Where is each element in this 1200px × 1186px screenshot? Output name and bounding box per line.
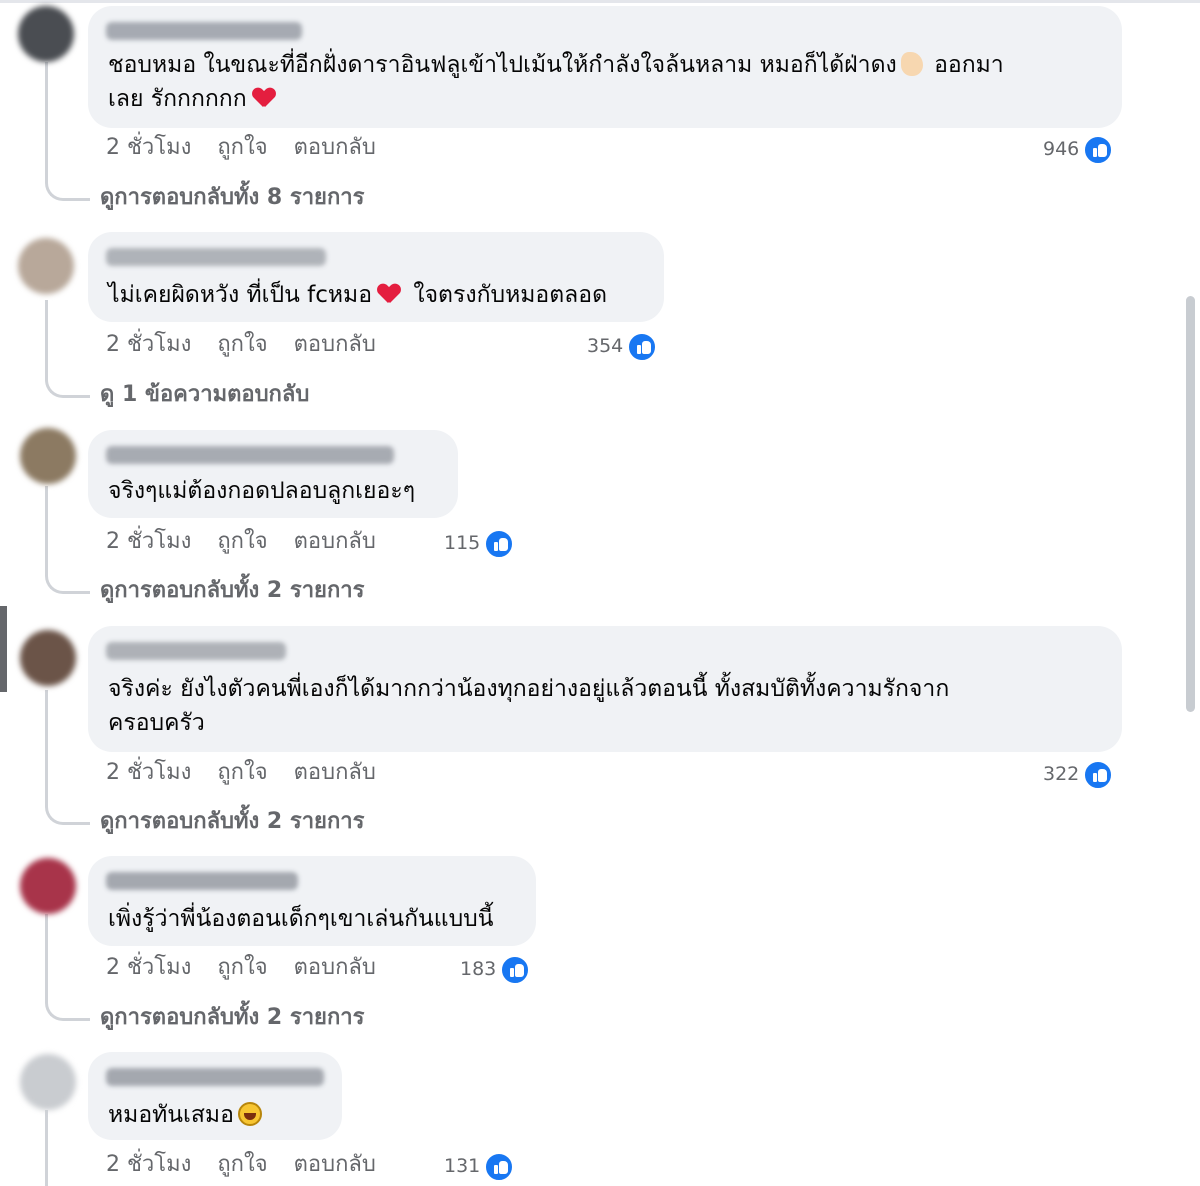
like-reaction-icon bbox=[500, 954, 531, 985]
author-name-blurred[interactable] bbox=[106, 642, 286, 660]
reaction-number: 322 bbox=[1043, 763, 1080, 785]
hand-emoji-icon bbox=[900, 52, 923, 76]
view-replies-link[interactable]: ดูการตอบกลับทั้ง 2 รายการ bbox=[100, 808, 364, 836]
comment-actions: 2 ชั่วโมง ถูกใจ ตอบกลับ bbox=[106, 331, 402, 359]
view-replies-link[interactable]: ดู 1 ข้อความตอบกลับ bbox=[100, 381, 309, 409]
author-name-blurred[interactable] bbox=[106, 1068, 324, 1086]
comment-text: หมอทันเสมอ bbox=[108, 1098, 266, 1132]
author-name-blurred[interactable] bbox=[106, 248, 326, 266]
reply-link[interactable]: ตอบกลับ bbox=[294, 332, 376, 357]
comment-bubble: เพิ่งรู้ว่าพี่น้องตอนเด็กๆเขาเล่นกันแบบน… bbox=[88, 856, 536, 946]
timestamp[interactable]: 2 ชั่วโมง bbox=[106, 760, 191, 785]
comment-bubble: จริงค่ะ ยังไงตัวคนพี่เองก็ได้มากกว่าน้อง… bbox=[88, 626, 1122, 752]
view-replies-link[interactable]: ดูการตอบกลับทั้ง 2 รายการ bbox=[100, 1004, 364, 1032]
like-reaction-icon bbox=[1083, 134, 1114, 165]
timestamp[interactable]: 2 ชั่วโมง bbox=[106, 955, 191, 980]
comment-actions: 2 ชั่วโมง ถูกใจ ตอบกลับ bbox=[106, 1151, 402, 1179]
avatar[interactable] bbox=[18, 238, 74, 294]
reaction-number: 183 bbox=[460, 958, 497, 980]
like-reaction-icon bbox=[484, 1151, 515, 1182]
reaction-count[interactable]: 115 bbox=[444, 528, 515, 559]
avatar[interactable] bbox=[20, 630, 76, 686]
reply-link[interactable]: ตอบกลับ bbox=[294, 135, 376, 160]
comment-actions: 2 ชั่วโมง ถูกใจ ตอบกลับ bbox=[106, 954, 402, 982]
heart-emoji-icon bbox=[378, 284, 400, 304]
thread-line bbox=[45, 1110, 48, 1186]
view-replies-link[interactable]: ดูการตอบกลับทั้ง 8 รายการ bbox=[100, 184, 364, 212]
like-reaction-icon bbox=[1083, 759, 1114, 790]
author-name-blurred[interactable] bbox=[106, 872, 298, 890]
comment-line: ชอบหมอ ในขณะที่อีกฝั่งดาราอินฟลูเข้าไปเม… bbox=[108, 52, 897, 78]
avatar[interactable] bbox=[20, 428, 76, 484]
comment-text: ชอบหมอ ในขณะที่อีกฝั่งดาราอินฟลูเข้าไปเม… bbox=[108, 48, 1004, 116]
comment-actions: 2 ชั่วโมง ถูกใจ ตอบกลับ bbox=[106, 134, 402, 162]
like-link[interactable]: ถูกใจ bbox=[217, 760, 267, 785]
timestamp[interactable]: 2 ชั่วโมง bbox=[106, 1152, 191, 1177]
comment-text: หมอทันเสมอ bbox=[108, 1102, 234, 1128]
reaction-number: 354 bbox=[587, 335, 624, 357]
like-reaction-icon bbox=[484, 528, 515, 559]
focus-indicator bbox=[0, 606, 7, 692]
like-link[interactable]: ถูกใจ bbox=[217, 529, 267, 554]
timestamp[interactable]: 2 ชั่วโมง bbox=[106, 135, 191, 160]
reaction-number: 131 bbox=[444, 1155, 481, 1177]
comment-bubble: หมอทันเสมอ bbox=[88, 1052, 342, 1140]
scrollbar[interactable] bbox=[1186, 296, 1195, 712]
like-link[interactable]: ถูกใจ bbox=[217, 332, 267, 357]
top-divider bbox=[0, 0, 1200, 3]
thread-elbow bbox=[45, 996, 90, 1021]
heart-emoji-icon bbox=[253, 88, 275, 108]
comment-text-part: ไม่เคยผิดหวัง ที่เป็น fcหมอ bbox=[108, 282, 373, 308]
author-name-blurred[interactable] bbox=[106, 446, 394, 464]
comment-line: จริงค่ะ ยังไงตัวคนพี่เองก็ได้มากกว่าน้อง… bbox=[108, 676, 950, 702]
avatar[interactable] bbox=[20, 1054, 76, 1110]
timestamp[interactable]: 2 ชั่วโมง bbox=[106, 529, 191, 554]
comment-line-extra: ออกมา bbox=[934, 52, 1004, 78]
reaction-count[interactable]: 354 bbox=[587, 331, 658, 362]
reaction-count[interactable]: 183 bbox=[460, 954, 531, 985]
reaction-count[interactable]: 946 bbox=[1043, 134, 1114, 165]
timestamp[interactable]: 2 ชั่วโมง bbox=[106, 332, 191, 357]
thread-line bbox=[45, 486, 48, 570]
like-link[interactable]: ถูกใจ bbox=[217, 955, 267, 980]
comment-actions: 2 ชั่วโมง ถูกใจ ตอบกลับ bbox=[106, 759, 402, 787]
reply-link[interactable]: ตอบกลับ bbox=[294, 955, 376, 980]
laughing-emoji-icon bbox=[237, 1102, 262, 1126]
comment-text: จริงๆแม่ต้องกอดปลอบลูกเยอะๆ bbox=[108, 478, 416, 504]
reaction-number: 946 bbox=[1043, 138, 1080, 160]
reply-link[interactable]: ตอบกลับ bbox=[294, 760, 376, 785]
thread-line bbox=[45, 690, 48, 801]
comment-text-part: ใจตรงกับหมอตลอด bbox=[413, 282, 608, 308]
reaction-number: 115 bbox=[444, 532, 481, 554]
reply-link[interactable]: ตอบกลับ bbox=[294, 1152, 376, 1177]
thread-line bbox=[45, 300, 48, 374]
like-link[interactable]: ถูกใจ bbox=[217, 1152, 267, 1177]
comment-line: ครอบครัว bbox=[108, 710, 205, 736]
thread-line bbox=[45, 62, 48, 177]
comment-text: เพิ่งรู้ว่าพี่น้องตอนเด็กๆเขาเล่นกันแบบน… bbox=[108, 906, 494, 932]
comment-text: จริงค่ะ ยังไงตัวคนพี่เองก็ได้มากกว่าน้อง… bbox=[108, 672, 949, 740]
thread-elbow bbox=[45, 373, 90, 398]
comment-line: เลย รักกกกกก bbox=[108, 86, 247, 112]
like-reaction-icon bbox=[627, 331, 658, 362]
comment-text: ไม่เคยผิดหวัง ที่เป็น fcหมอ ใจตรงกับหมอต… bbox=[108, 278, 607, 312]
thread-elbow bbox=[45, 176, 90, 201]
view-replies-link[interactable]: ดูการตอบกลับทั้ง 2 รายการ bbox=[100, 577, 364, 605]
reply-link[interactable]: ตอบกลับ bbox=[294, 529, 376, 554]
thread-line bbox=[45, 914, 48, 997]
comment-actions: 2 ชั่วโมง ถูกใจ ตอบกลับ bbox=[106, 528, 402, 556]
thread-elbow bbox=[45, 569, 90, 594]
reaction-count[interactable]: 322 bbox=[1043, 759, 1114, 790]
comment-text: เพิ่งรู้ว่าพี่น้องตอนเด็กๆเขาเล่นกันแบบน… bbox=[108, 902, 494, 936]
comment-text: จริงๆแม่ต้องกอดปลอบลูกเยอะๆ bbox=[108, 474, 415, 508]
avatar[interactable] bbox=[20, 858, 76, 914]
comment-bubble: จริงๆแม่ต้องกอดปลอบลูกเยอะๆ bbox=[88, 430, 458, 518]
reaction-count[interactable]: 131 bbox=[444, 1151, 515, 1182]
author-name-blurred[interactable] bbox=[106, 22, 302, 40]
comment-bubble: ชอบหมอ ในขณะที่อีกฝั่งดาราอินฟลูเข้าไปเม… bbox=[88, 6, 1122, 128]
like-link[interactable]: ถูกใจ bbox=[217, 135, 267, 160]
thread-elbow bbox=[45, 800, 90, 825]
comment-bubble: ไม่เคยผิดหวัง ที่เป็น fcหมอ ใจตรงกับหมอต… bbox=[88, 232, 664, 322]
avatar[interactable] bbox=[18, 6, 74, 62]
